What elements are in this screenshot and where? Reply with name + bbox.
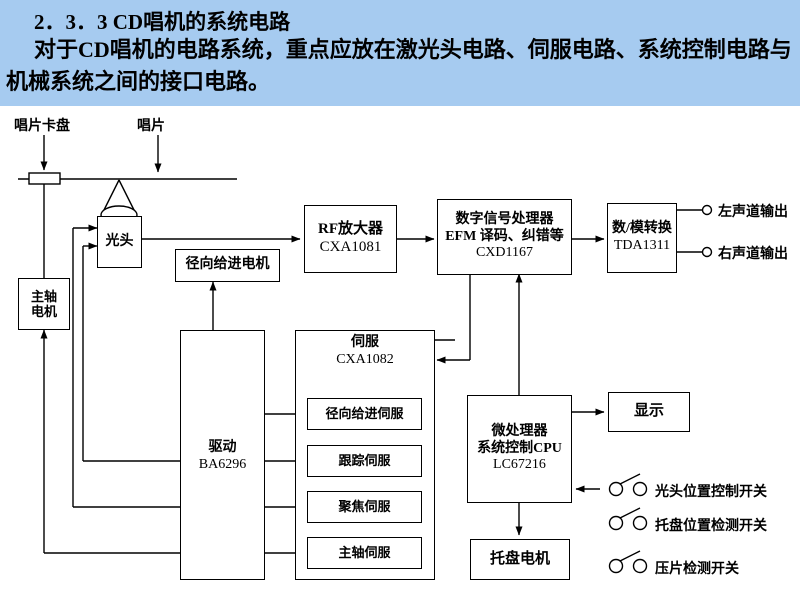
block-tracking-servo[interactable]: 跟踪伺服	[307, 445, 422, 477]
block-radial-feed-servo-label: 径向给进伺服	[325, 406, 404, 422]
block-dsp-line3: CXD1167	[475, 245, 534, 261]
block-rf-amplifier-line1: RF放大器	[318, 221, 383, 238]
block-spindle-motor-line2: 电机	[30, 304, 57, 319]
block-tray-motor[interactable]: 托盘电机	[470, 539, 570, 580]
block-dac-line1: 数/模转换	[612, 221, 672, 237]
block-display-label: 显示	[633, 403, 664, 420]
block-cpu[interactable]: 微处理器 系统控制CPU LC67216	[467, 395, 572, 503]
block-radial-feed-motor[interactable]: 径向给进电机	[175, 249, 280, 282]
block-spindle-motor[interactable]: 主轴 电机	[18, 278, 70, 330]
callout-disc: 唱片	[137, 119, 165, 134]
block-tracking-servo-label: 跟踪伺服	[338, 453, 391, 469]
block-cpu-line3: LC67216	[493, 457, 546, 473]
block-pickup[interactable]: 光头	[97, 216, 142, 268]
switch-label-tray-position-detect: 托盘位置检测开关	[655, 519, 767, 534]
output-right-channel-label: 右声道输出	[718, 247, 788, 262]
block-dsp[interactable]: 数字信号处理器 EFM 译码、纠错等 CXD1167	[437, 199, 572, 275]
switch-label-pickup-position-control: 光头位置控制开关	[655, 485, 767, 500]
block-driver[interactable]: 驱动 BA6296	[180, 330, 265, 580]
block-cpu-line1: 微处理器	[491, 424, 548, 440]
block-focus-servo[interactable]: 聚焦伺服	[307, 491, 422, 523]
block-cpu-line2: 系统控制CPU	[477, 440, 562, 456]
block-dac[interactable]: 数/模转换 TDA1311	[607, 203, 677, 273]
switch-label-disc-press-detect: 压片检测开关	[655, 562, 739, 577]
block-rf-amplifier-line2: CXA1081	[319, 239, 382, 255]
callout-disc-clamp: 唱片卡盘	[14, 119, 70, 134]
block-spindle-servo-label: 主轴伺服	[338, 545, 391, 561]
block-focus-servo-label: 聚焦伺服	[338, 499, 391, 515]
output-left-channel-label: 左声道输出	[718, 205, 788, 220]
block-dac-line2: TDA1311	[613, 238, 671, 253]
block-spindle-servo[interactable]: 主轴伺服	[307, 537, 422, 569]
block-spindle-motor-line1: 主轴	[30, 288, 57, 304]
block-servo-line1: 伺服	[351, 335, 379, 350]
block-radial-feed-servo[interactable]: 径向给进伺服	[307, 398, 422, 430]
block-radial-feed-motor-label: 径向给进电机	[185, 257, 270, 273]
block-rf-amplifier[interactable]: RF放大器 CXA1081	[304, 205, 397, 273]
slide-canvas: 2．3．3 CD唱机的系统电路 对于CD唱机的电路系统，重点应放在激光头电路、伺…	[0, 0, 800, 600]
block-dsp-line1: 数字信号处理器	[455, 212, 554, 228]
block-tray-motor-label: 托盘电机	[489, 550, 550, 567]
block-dsp-line2: EFM 译码、纠错等	[445, 228, 564, 244]
block-display[interactable]: 显示	[608, 392, 690, 432]
block-driver-line2: BA6296	[198, 457, 247, 472]
block-pickup-label: 光头	[105, 233, 134, 249]
block-driver-line1: 驱动	[208, 440, 237, 456]
block-servo-line2: CXA1082	[336, 351, 394, 367]
